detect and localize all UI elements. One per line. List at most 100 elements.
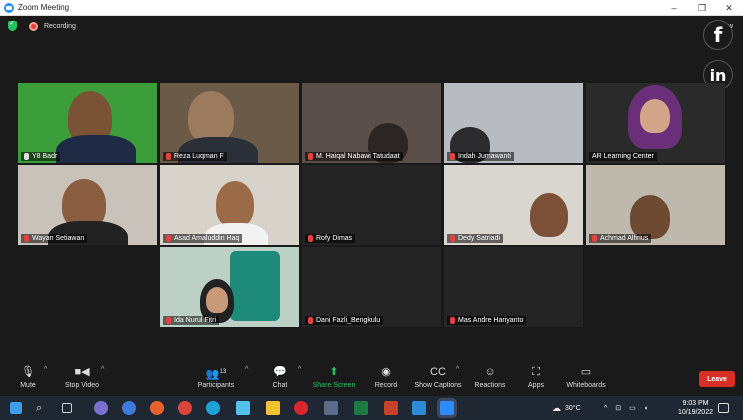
record-button[interactable]: ◉ Record	[358, 364, 414, 389]
battery-icon[interactable]: ▭	[629, 404, 636, 412]
video-tile[interactable]: M. Haiqal Nabawi Tatudaat	[302, 83, 441, 163]
participant-name: Achmad Alfirius	[600, 235, 649, 242]
mic-muted-icon	[24, 235, 29, 242]
video-tile[interactable]: Dedy Satriadi	[444, 165, 583, 245]
participant-name-label: Mas Andre Hariyanto	[447, 316, 527, 325]
participants-options-chevron-icon[interactable]: ^	[245, 366, 248, 373]
recording-icon	[29, 21, 38, 31]
volume-icon[interactable]: ◖	[644, 405, 648, 412]
search-icon[interactable]: ⌕	[36, 401, 50, 415]
video-tile[interactable]: Mas Andre Hariyanto	[444, 247, 583, 327]
participant-name: Y8 Badr	[32, 153, 58, 160]
chevron-up-icon[interactable]: ^	[604, 405, 607, 412]
whiteboards-button[interactable]: ▭ Whiteboards	[558, 364, 614, 389]
participant-name-label: Asad Amaluddin Haq	[163, 234, 243, 243]
mute-button[interactable]: 🎙 Mute	[0, 364, 56, 389]
participant-name-label: Indah Jumawanti	[447, 152, 514, 161]
share-screen-button[interactable]: ⬆ Share Screen	[306, 364, 362, 389]
audio-options-chevron-icon[interactable]: ^	[44, 366, 47, 373]
recording-label: Recording	[44, 22, 76, 30]
participant-name: M. Haiqal Nabawi Tatudaat	[316, 153, 400, 160]
share-screen-icon: ⬆	[329, 366, 339, 378]
weather-temperature: 30°C	[565, 404, 581, 412]
zoom-app-icon	[4, 2, 14, 13]
window-titlebar: Zoom Meeting – ❐ ✕	[0, 0, 743, 16]
participant-name-label: Dedy Satriadi	[447, 234, 504, 243]
cloud-icon: ☁	[552, 402, 561, 413]
video-tile[interactable]: Indah Jumawanti	[444, 83, 583, 163]
microphone-icon: 🎙	[21, 366, 35, 378]
show-captions-label: Show Captions	[414, 382, 462, 389]
participant-count: 13	[219, 369, 227, 375]
participant-name: Wayan Setiawan	[32, 235, 85, 242]
close-button[interactable]: ✕	[717, 0, 741, 16]
firefox-icon[interactable]	[150, 401, 164, 415]
app-icon[interactable]	[94, 401, 108, 415]
chat-options-chevron-icon[interactable]: ^	[298, 366, 301, 373]
participant-name: Dani Fazli_Bengkulu	[316, 317, 381, 324]
video-tile[interactable]: Dani Fazli_Bengkulu	[302, 247, 441, 327]
windows-start-icon[interactable]	[10, 402, 22, 414]
participant-name-label: Dani Fazli_Bengkulu	[305, 316, 384, 325]
video-tile[interactable]: Rofy Dimas	[302, 165, 441, 245]
browser-icon[interactable]	[122, 401, 136, 415]
participant-name-label: Ida Nurul Fitri	[163, 316, 220, 325]
video-tile[interactable]: Reza Luqman F	[160, 83, 299, 163]
task-view-icon[interactable]	[62, 403, 72, 413]
video-tile[interactable]: Wayan Setiawan	[18, 165, 157, 245]
video-tile[interactable]: Ida Nurul Fitri	[160, 247, 299, 327]
participants-button[interactable]: 👥13 Participants	[188, 364, 244, 389]
video-tile[interactable]: Achmad Alfirius	[586, 165, 725, 245]
whiteboard-icon: ▭	[580, 366, 592, 378]
opera-icon[interactable]	[294, 401, 308, 415]
record-icon: ◉	[381, 366, 391, 378]
mic-muted-icon	[166, 235, 171, 242]
participant-name-label: Rofy Dimas	[305, 234, 356, 243]
security-shield-icon[interactable]	[8, 19, 17, 31]
app-icon[interactable]	[324, 401, 338, 415]
participant-name: Dedy Satriadi	[458, 235, 501, 242]
minimize-button[interactable]: –	[662, 0, 686, 16]
powerpoint-icon[interactable]	[384, 401, 398, 415]
apps-label: Apps	[528, 382, 544, 389]
facebook-icon[interactable]: f	[703, 20, 733, 50]
windows-taskbar: ⌕ ☁ 30°C ^ ⊡ ▭ ◖ 9:03 PM 10/19/2022	[0, 396, 743, 420]
file-explorer-icon[interactable]	[266, 401, 280, 415]
weather-widget[interactable]: ☁ 30°C	[552, 396, 581, 420]
taskbar-clock[interactable]: 9:03 PM 10/19/2022	[678, 399, 713, 417]
network-icon[interactable]: ⊡	[615, 404, 621, 412]
captions-options-chevron-icon[interactable]: ^	[456, 366, 459, 373]
participant-name-label: Achmad Alfirius	[589, 234, 652, 243]
leave-button[interactable]: Leave	[699, 371, 735, 387]
chrome-icon[interactable]	[178, 401, 192, 415]
video-tile[interactable]: Asad Amaluddin Haq	[160, 165, 299, 245]
video-tile[interactable]: AR Learning Center	[586, 83, 725, 163]
window-title: Zoom Meeting	[18, 3, 70, 12]
photos-icon[interactable]	[412, 401, 426, 415]
mic-muted-icon	[450, 235, 455, 242]
microphone-icon	[24, 153, 29, 160]
zoom-taskbar-icon[interactable]	[440, 401, 454, 415]
mic-muted-icon	[308, 153, 313, 160]
video-options-chevron-icon[interactable]: ^	[101, 366, 104, 373]
participant-name: Reza Luqman F	[174, 153, 224, 160]
grid-app-icon[interactable]	[236, 401, 250, 415]
apps-icon: ⛶	[532, 366, 540, 378]
apps-button[interactable]: ⛶ Apps	[508, 364, 564, 389]
mic-muted-icon	[592, 235, 597, 242]
mic-muted-icon	[450, 317, 455, 324]
excel-icon[interactable]	[354, 401, 368, 415]
record-label: Record	[374, 382, 398, 389]
notifications-icon[interactable]	[718, 403, 729, 413]
video-tile[interactable]: Y8 Badr	[18, 83, 157, 163]
meeting-stage: Recording ⊞ View f in Y8 Badr Reza Luqma…	[0, 16, 743, 362]
participants-icon: 👥13	[205, 368, 227, 381]
participant-name: Mas Andre Hariyanto	[458, 317, 524, 324]
mic-muted-icon	[166, 153, 171, 160]
restore-button[interactable]: ❐	[690, 0, 714, 16]
participant-name: Ida Nurul Fitri	[174, 317, 217, 324]
participant-name: AR Learning Center	[592, 153, 654, 160]
mic-muted-icon	[166, 317, 171, 324]
meeting-toolbar: 🎙 Mute ^ ■◀ Stop Video ^ 👥13 Participant…	[0, 362, 743, 396]
edge-icon[interactable]	[206, 401, 220, 415]
